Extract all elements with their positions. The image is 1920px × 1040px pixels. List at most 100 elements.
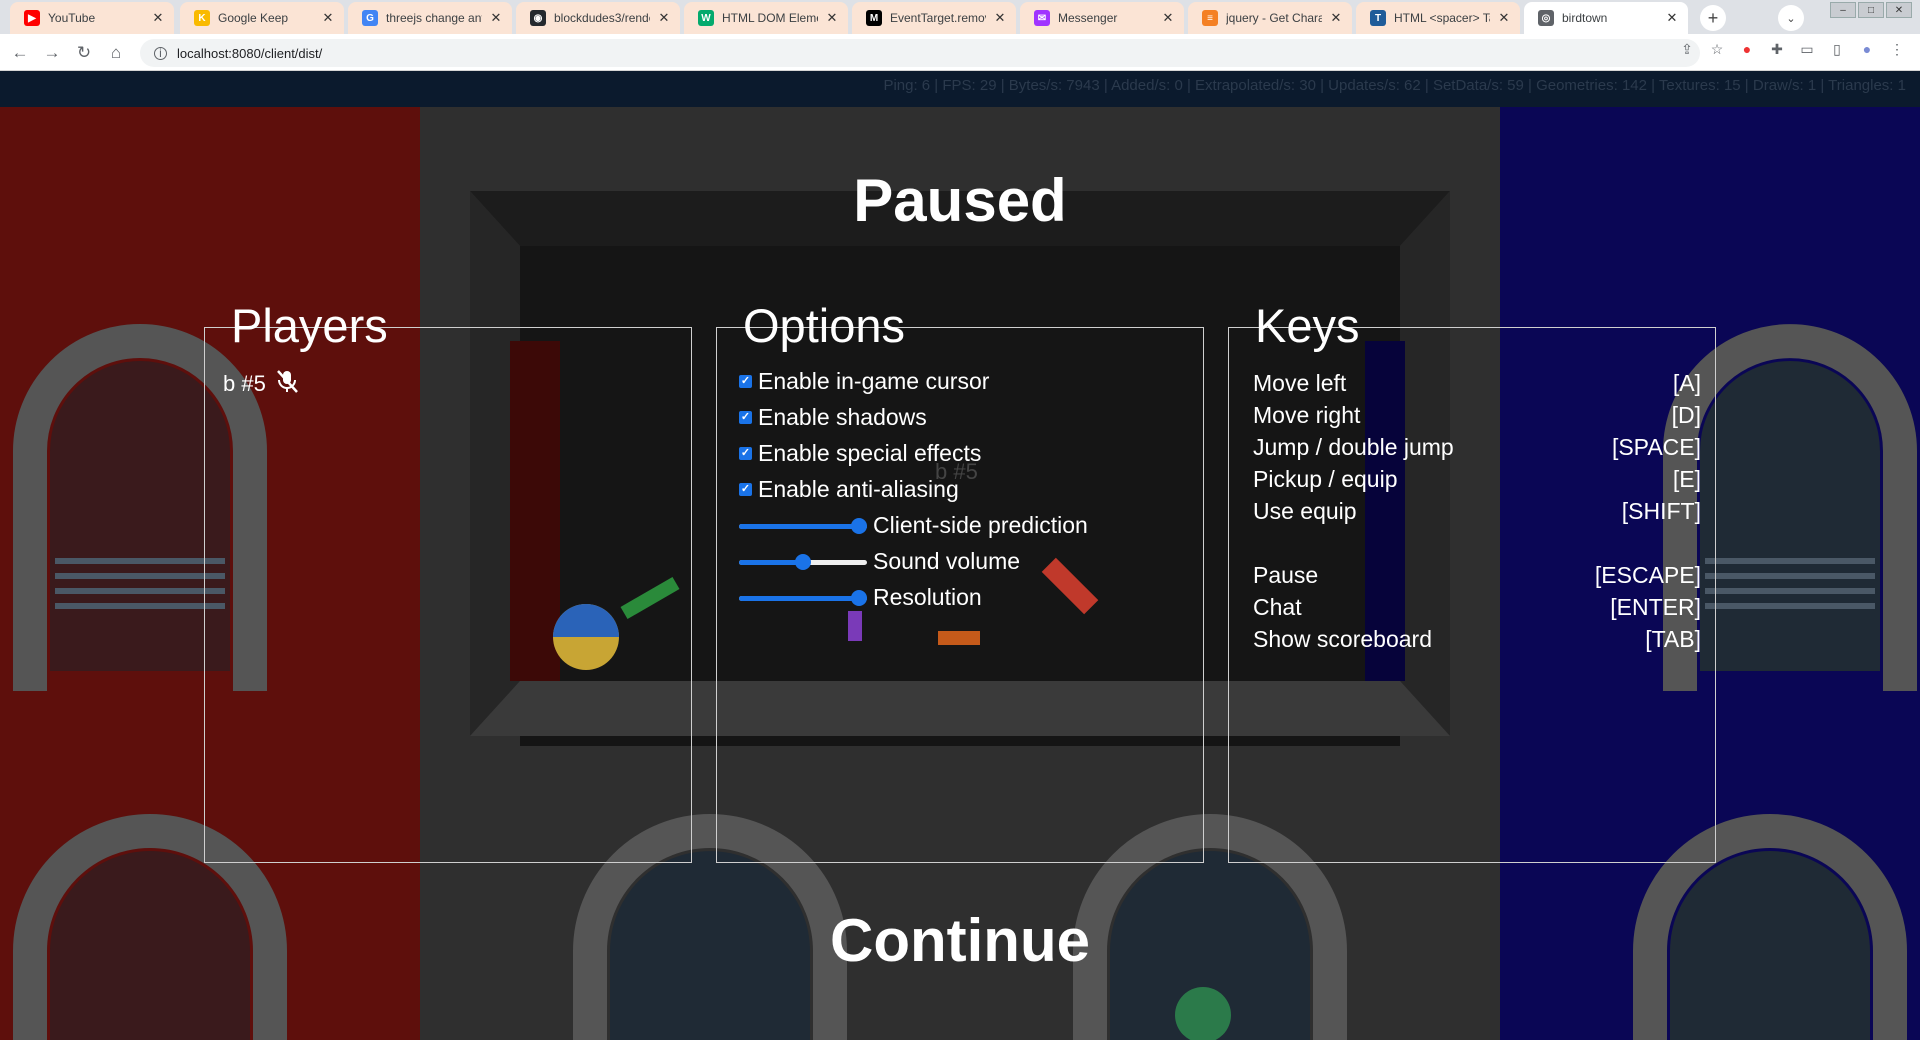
key-binding-row: Show scoreboard [TAB] xyxy=(1253,626,1701,653)
tab-title: Messenger xyxy=(1058,11,1118,25)
github-icon: ◉ xyxy=(530,10,546,26)
option-label: Sound volume xyxy=(873,548,1021,574)
key-binding-row: Pause [ESCAPE] xyxy=(1253,562,1701,589)
stackoverflow-icon: ≡ xyxy=(1202,10,1218,26)
option-anti-aliasing[interactable]: ✓ Enable anti-aliasing xyxy=(739,476,959,503)
options-panel: Options ✓ Enable in-game cursor ✓ Enable… xyxy=(716,299,1204,863)
tab-search-icon[interactable]: ⌄ xyxy=(1778,5,1804,31)
close-tab-icon[interactable]: ✕ xyxy=(490,10,502,26)
slider[interactable] xyxy=(739,553,867,570)
close-tab-icon[interactable]: ✕ xyxy=(1498,10,1510,26)
close-tab-icon[interactable]: ✕ xyxy=(1162,10,1174,26)
new-tab-button[interactable]: + xyxy=(1700,5,1726,31)
checkbox[interactable]: ✓ xyxy=(739,375,752,388)
close-tab-icon[interactable]: ✕ xyxy=(994,10,1006,26)
option-ingame-cursor[interactable]: ✓ Enable in-game cursor xyxy=(739,368,989,395)
browser-tab[interactable]: ✉ Messenger ✕ xyxy=(1020,2,1184,34)
browser-tab[interactable]: ◉ blockdudes3/rende ✕ xyxy=(516,2,680,34)
game-viewport[interactable]: Ping: 6 | FPS: 29 | Bytes/s: 7943 | Adde… xyxy=(0,71,1920,1040)
paused-title: Paused xyxy=(853,167,1067,234)
slider[interactable] xyxy=(739,517,867,534)
continue-button[interactable]: Continue xyxy=(760,906,1160,986)
close-tab-icon[interactable]: ✕ xyxy=(1330,10,1342,26)
pause-menu: Paused Players b #5 Options ✓ Enable in-… xyxy=(0,71,1920,1040)
key-binding-row: Move left [A] xyxy=(1253,370,1701,397)
keys-title: Keys xyxy=(1255,299,1360,352)
close-tab-icon[interactable]: ✕ xyxy=(1666,10,1678,26)
tab-title: HTML DOM Elemen xyxy=(722,11,818,25)
w3schools-icon: W xyxy=(698,10,714,26)
menu-kebab-icon[interactable]: ⋮ xyxy=(1886,38,1908,60)
option-client-prediction[interactable]: Client-side prediction xyxy=(739,512,1088,539)
close-tab-icon[interactable]: ✕ xyxy=(658,10,670,26)
option-label: Enable anti-aliasing xyxy=(758,476,959,502)
close-tab-icon[interactable]: ✕ xyxy=(322,10,334,26)
extensions-icon[interactable]: ✚ xyxy=(1766,38,1788,60)
close-tab-icon[interactable]: ✕ xyxy=(152,10,164,26)
slider-thumb[interactable] xyxy=(851,589,867,606)
omnibox[interactable]: i localhost:8080/client/dist/ xyxy=(140,39,1700,67)
checkbox[interactable]: ✓ xyxy=(739,483,752,496)
minimize-icon[interactable]: – xyxy=(1830,2,1856,18)
key-binding-row: Use equip [SHIFT] xyxy=(1253,498,1701,525)
option-label: Client-side prediction xyxy=(873,512,1088,538)
browser-tab[interactable]: T HTML <spacer> Tag ✕ xyxy=(1356,2,1520,34)
players-panel: Players b #5 xyxy=(204,299,692,863)
checkbox[interactable]: ✓ xyxy=(739,447,752,460)
browser-tab[interactable]: ≡ jquery - Get Charac ✕ xyxy=(1188,2,1352,34)
tab-title: EventTarget.remove xyxy=(890,11,986,25)
bookmark-star-icon[interactable]: ☆ xyxy=(1706,38,1728,60)
close-tab-icon[interactable]: ✕ xyxy=(826,10,838,26)
key-action: Move left xyxy=(1253,370,1347,396)
back-icon[interactable]: ← xyxy=(8,41,32,65)
messenger-icon: ✉ xyxy=(1034,10,1050,26)
microphone-muted-icon[interactable] xyxy=(274,368,300,400)
google-icon: G xyxy=(362,10,378,26)
key-value: [TAB] xyxy=(1645,626,1701,652)
browser-tab[interactable]: M EventTarget.remove ✕ xyxy=(852,2,1016,34)
key-action: Jump / double jump xyxy=(1253,434,1454,460)
key-action: Chat xyxy=(1253,594,1302,620)
option-sound-volume[interactable]: Sound volume xyxy=(739,548,1020,575)
profile-avatar[interactable]: ● xyxy=(1856,38,1878,60)
browser-tab[interactable]: ▶ YouTube ✕ xyxy=(10,2,174,34)
maximize-icon[interactable]: □ xyxy=(1858,2,1884,18)
reload-icon[interactable]: ↻ xyxy=(72,41,96,65)
share-icon[interactable]: ⇪ xyxy=(1676,38,1698,60)
cast-icon[interactable]: ▭ xyxy=(1796,38,1818,60)
key-value: [ENTER] xyxy=(1610,594,1701,620)
tab-title: blockdudes3/rende xyxy=(554,11,650,25)
side-panel-icon[interactable]: ▯ xyxy=(1826,38,1848,60)
option-label: Resolution xyxy=(873,584,982,610)
browser-tab[interactable]: Gthreejs change anti ✕ xyxy=(348,2,512,34)
key-value: [SHIFT] xyxy=(1621,498,1701,524)
home-icon[interactable]: ⌂ xyxy=(104,41,128,65)
tab-title: Google Keep xyxy=(218,11,289,25)
slider-thumb[interactable] xyxy=(851,517,867,534)
browser-tab[interactable]: W HTML DOM Elemen ✕ xyxy=(684,2,848,34)
option-shadows[interactable]: ✓ Enable shadows xyxy=(739,404,927,431)
option-label: Enable shadows xyxy=(758,404,927,430)
keys-panel: Keys Move left [A] Move right [D] Jump /… xyxy=(1228,299,1716,863)
key-action: Move right xyxy=(1253,402,1361,428)
tab-title: HTML <spacer> Tag xyxy=(1394,11,1490,25)
key-binding-row: Chat [ENTER] xyxy=(1253,594,1701,621)
key-value: [D] xyxy=(1671,402,1701,428)
browser-tab[interactable]: K Google Keep ✕ xyxy=(180,2,344,34)
site-info-icon[interactable]: i xyxy=(154,46,167,60)
checkbox[interactable]: ✓ xyxy=(739,411,752,424)
tab-title: YouTube xyxy=(48,11,96,25)
browser-tab[interactable]: ◎ birdtown ✕ xyxy=(1524,2,1688,34)
option-resolution[interactable]: Resolution xyxy=(739,584,982,611)
window-close-icon[interactable]: ✕ xyxy=(1886,2,1912,18)
url-text[interactable]: localhost:8080/client/dist/ xyxy=(177,46,322,61)
forward-icon[interactable]: → xyxy=(40,41,64,65)
key-binding-row: Pickup / equip [E] xyxy=(1253,466,1701,493)
slider-thumb[interactable] xyxy=(795,553,811,570)
adblock-icon[interactable]: ● xyxy=(1736,38,1758,60)
key-action: Show scoreboard xyxy=(1253,626,1432,652)
slider[interactable] xyxy=(739,589,867,606)
options-title: Options xyxy=(743,299,905,352)
key-action: Pause xyxy=(1253,562,1319,588)
key-value: [A] xyxy=(1672,370,1701,396)
